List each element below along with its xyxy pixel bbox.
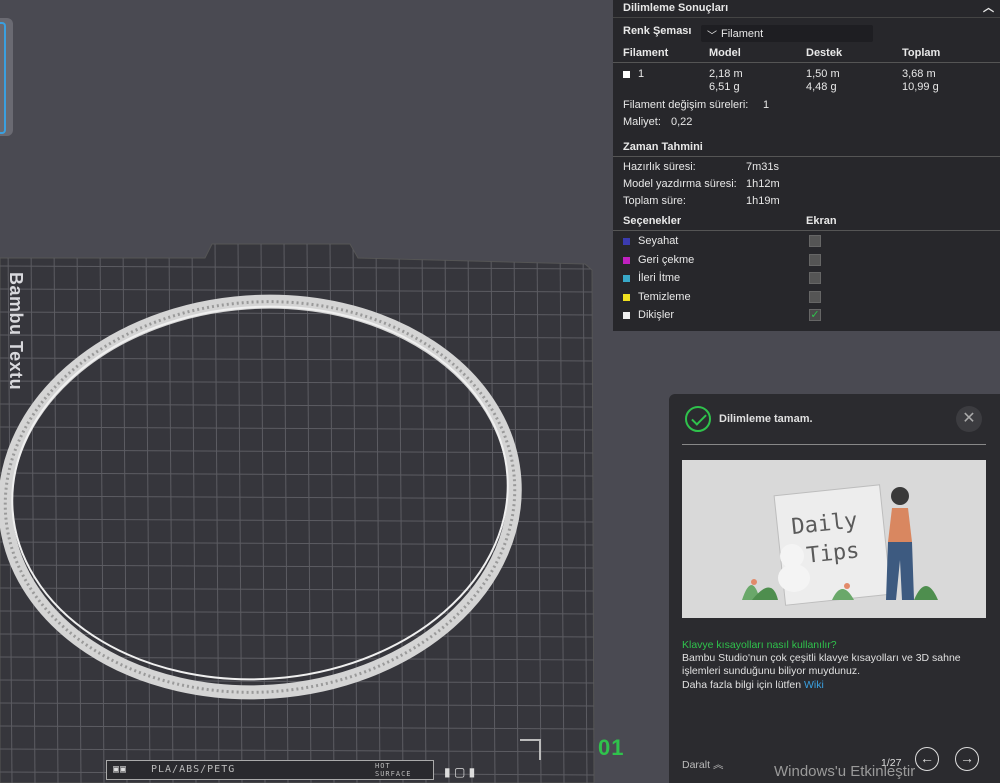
slicing-results-panel: Dilimleme Sonuçları ︿ Renk Şeması ﹀ Fila…: [613, 0, 1000, 331]
windows-activation-watermark: Windows'u Etkinleştir: [774, 763, 916, 780]
option-label: İleri İtme: [638, 272, 681, 284]
option-seams: Dikişler: [623, 309, 674, 321]
close-icon: ✕: [962, 410, 976, 427]
prev-tip-button[interactable]: ←: [915, 747, 939, 771]
plate-label: ▣▣ PLA/ABS/PETG HOT SURFACE: [106, 760, 434, 780]
tip-body-text: Bambu Studio'nun çok çeşitli klavye kısa…: [682, 652, 961, 677]
slicing-complete-notification: Dilimleme tamam. ✕ Daily Tips Klavye kıs…: [669, 394, 1000, 783]
option-label: Temizleme: [638, 291, 691, 303]
tip-question-link[interactable]: Klavye kısayolları nasıl kullanılır?: [682, 639, 837, 651]
total-time-value: 1h19m: [746, 195, 780, 207]
color-scheme-value: Filament: [721, 28, 764, 40]
total-weight: 10,99 g: [902, 81, 939, 93]
divider: [613, 230, 1000, 231]
option-retraction: Geri çekme: [623, 254, 694, 266]
deretraction-color-swatch: [623, 274, 630, 282]
seams-color-swatch: [623, 311, 630, 319]
col-support: Destek: [806, 47, 843, 59]
model-print-time-label: Model yazdırma süresi:: [623, 178, 737, 190]
notification-title: Dilimleme tamam.: [719, 413, 813, 425]
option-wipe: Temizleme: [623, 291, 691, 303]
support-weight: 4,48 g: [806, 81, 837, 93]
model-weight: 6,51 g: [709, 81, 740, 93]
divider: [682, 444, 986, 445]
prep-time-value: 7m31s: [746, 161, 780, 173]
plate-icons: ▮ ▢ ▮: [444, 765, 475, 779]
plate-screen-icon: ▢: [453, 765, 466, 779]
model-length: 2,18 m: [709, 68, 743, 80]
next-tip-button[interactable]: →: [955, 747, 979, 771]
daily-tips-illustration: Daily Tips: [682, 460, 986, 618]
col-model: Model: [709, 47, 741, 59]
option-label: Geri çekme: [638, 254, 695, 266]
plate-logo-icon: ▣▣: [113, 764, 128, 775]
option-label: Dikişler: [638, 309, 675, 321]
wiki-link[interactable]: Wiki: [804, 679, 824, 691]
total-time-label: Toplam süre:: [623, 195, 686, 207]
travel-color-swatch: [623, 237, 630, 245]
display-label: Ekran: [806, 215, 837, 227]
retraction-display-checkbox[interactable]: [809, 254, 821, 266]
hot-surface-text: HOT SURFACE: [375, 762, 412, 778]
left-side-tab[interactable]: [0, 18, 13, 136]
divider: [613, 62, 1000, 63]
col-filament: Filament: [623, 47, 669, 59]
tip-more-text: Daha fazla bilgi için lütfen Wiki: [682, 679, 824, 691]
change-times-value: 1: [763, 99, 770, 111]
option-deretraction: İleri İtme: [623, 272, 680, 284]
success-check-icon: [685, 406, 711, 432]
deretraction-display-checkbox[interactable]: [809, 272, 821, 284]
change-times-label: Filament değişim süreleri:: [623, 99, 749, 111]
color-scheme-select[interactable]: ﹀ Filament: [701, 25, 873, 42]
collapse-button[interactable]: Daralt ︽: [682, 757, 723, 772]
collapse-label: Daralt: [682, 759, 711, 771]
tip-more-prefix: Daha fazla bilgi için lütfen: [682, 679, 802, 691]
checkmark-icon: ✓: [810, 309, 820, 321]
close-button[interactable]: ✕: [956, 406, 982, 432]
bed-brand-text: Bambu Textu: [6, 272, 26, 391]
arrow-right-icon: →: [960, 750, 974, 766]
results-title: Dilimleme Sonuçları: [623, 2, 729, 14]
daily-tips-image: Daily Tips: [682, 460, 986, 618]
cost-label: Maliyet:: [623, 116, 661, 128]
chevron-up-icon[interactable]: ︿: [983, 0, 994, 16]
filament-color-swatch: [623, 70, 630, 78]
double-chevron-up-icon: ︽: [712, 759, 724, 771]
option-travel: Seyahat: [623, 235, 678, 247]
model-print-time-value: 1h12m: [746, 178, 780, 190]
plate-tool-icon: ▮: [468, 765, 476, 779]
cost-value: 0,22: [671, 116, 693, 128]
filament-id: 1: [623, 68, 644, 80]
chevron-down-icon: ﹀: [707, 31, 717, 42]
plate-number[interactable]: 01: [598, 735, 624, 761]
option-label: Seyahat: [638, 235, 679, 247]
arrow-left-icon: ←: [920, 750, 934, 766]
options-label: Seçenekler: [623, 215, 682, 227]
filament-id-text: 1: [638, 68, 645, 80]
wipe-color-swatch: [623, 293, 630, 301]
plate-tool-icon: ▮: [444, 765, 451, 779]
seams-display-checkbox[interactable]: ✓: [809, 309, 821, 321]
results-header[interactable]: Dilimleme Sonuçları ︿: [613, 0, 1000, 18]
color-scheme-label: Renk Şeması: [623, 25, 692, 37]
plate-material-text: PLA/ABS/PETG: [151, 764, 236, 775]
time-estimate-title: Zaman Tahmini: [623, 141, 703, 153]
total-length: 3,68 m: [902, 68, 936, 80]
prep-time-label: Hazırlık süresi:: [623, 161, 696, 173]
travel-display-checkbox[interactable]: [809, 235, 821, 247]
col-total: Toplam: [902, 47, 941, 59]
wipe-display-checkbox[interactable]: [809, 291, 821, 303]
retraction-color-swatch: [623, 256, 630, 264]
divider: [613, 156, 1000, 157]
support-length: 1,50 m: [806, 68, 840, 80]
